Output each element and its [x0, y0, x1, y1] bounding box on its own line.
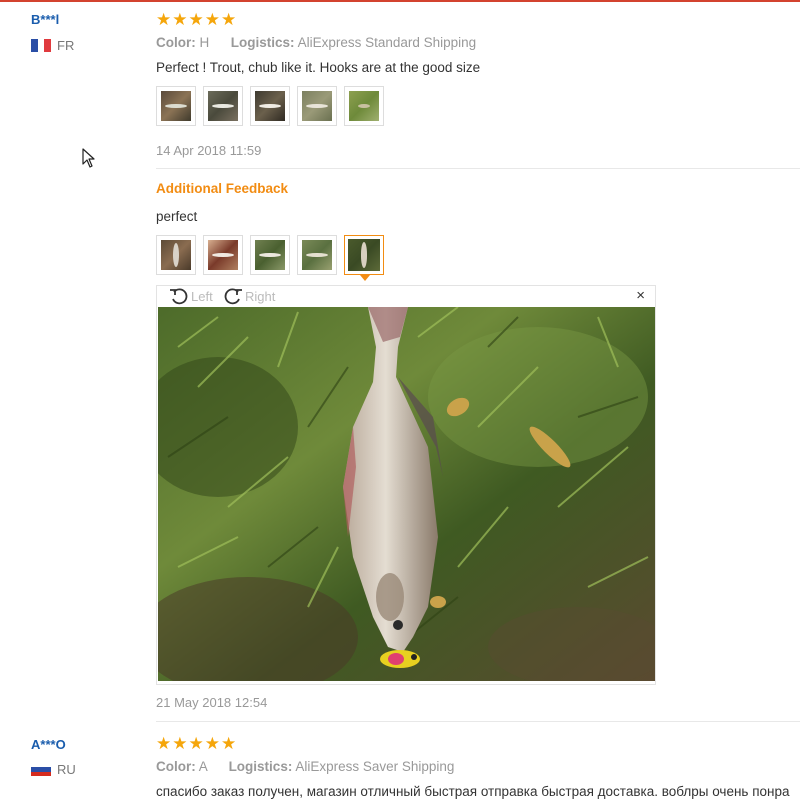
photo-thumbnail[interactable] — [203, 235, 243, 275]
star-icon: ★ — [221, 10, 237, 29]
country-code: FR — [57, 38, 75, 53]
review-date: 14 Apr 2018 11:59 — [156, 143, 262, 158]
star-icon: ★ — [188, 10, 204, 29]
top-border — [0, 0, 800, 2]
logistics-value: AliExpress Standard Shipping — [297, 35, 477, 50]
color-value: A — [198, 759, 208, 774]
rotate-left-icon — [170, 288, 188, 305]
mouse-cursor-icon — [82, 148, 96, 173]
review-photo-thumbnails — [156, 86, 384, 126]
rotate-right-button[interactable]: Right — [223, 287, 275, 305]
reviewer-name[interactable]: B***l — [31, 12, 59, 27]
star-icon: ★ — [221, 734, 237, 753]
color-value: H — [199, 35, 210, 50]
star-icon: ★ — [204, 10, 220, 29]
star-icon: ★ — [156, 734, 172, 753]
order-attributes: Color: A Logistics: AliExpress Saver Shi… — [156, 759, 454, 774]
review-photo-large — [158, 307, 655, 681]
color-label: Color: — [156, 35, 196, 50]
photo-thumbnail[interactable] — [344, 86, 384, 126]
additional-photo-thumbnails — [156, 235, 384, 281]
star-icon: ★ — [156, 10, 172, 29]
reviewer-country: RU — [31, 762, 76, 777]
logistics-label: Logistics: — [230, 35, 295, 50]
france-flag-icon — [31, 39, 52, 52]
additional-feedback-heading: Additional Feedback — [156, 181, 289, 196]
star-icon: ★ — [172, 734, 188, 753]
photo-thumbnail[interactable] — [297, 235, 337, 275]
photo-thumbnail[interactable] — [203, 86, 243, 126]
review-text: спасибо заказ получен, магазин отличный … — [156, 784, 790, 799]
star-icon: ★ — [204, 734, 220, 753]
photo-thumbnail[interactable] — [297, 86, 337, 126]
rotate-left-button[interactable]: Left — [169, 287, 213, 305]
reviewer-country: FR — [31, 38, 74, 53]
star-rating: ★ ★ ★ ★ ★ — [156, 11, 236, 28]
order-attributes: Color: H Logistics: AliExpress Standard … — [156, 35, 476, 50]
photo-thumbnail[interactable] — [250, 235, 290, 275]
logistics-label: Logistics: — [228, 759, 293, 774]
star-icon: ★ — [172, 10, 188, 29]
star-icon: ★ — [188, 734, 204, 753]
star-rating: ★ ★ ★ ★ ★ — [156, 735, 236, 752]
rotate-right-icon — [224, 288, 242, 305]
additional-feedback-date: 21 May 2018 12:54 — [156, 695, 268, 710]
logistics-value: AliExpress Saver Shipping — [295, 759, 455, 774]
russia-flag-icon — [31, 763, 51, 776]
photo-thumbnail-selected[interactable] — [344, 235, 384, 281]
reviewer-name[interactable]: A***O — [31, 737, 66, 752]
divider — [156, 721, 800, 722]
additional-feedback-text: perfect — [156, 209, 198, 224]
photo-thumbnail[interactable] — [250, 86, 290, 126]
rotate-right-label: Right — [245, 288, 276, 304]
photo-thumbnail[interactable] — [156, 235, 196, 275]
photo-viewer-toolbar: Left Right × — [157, 286, 655, 306]
divider — [156, 168, 800, 169]
fish-on-grass-photo — [158, 307, 655, 681]
rotate-left-label: Left — [191, 288, 213, 304]
close-icon[interactable]: × — [636, 288, 645, 304]
photo-viewer: Left Right × — [156, 285, 656, 685]
country-code: RU — [57, 762, 76, 777]
photo-thumbnail[interactable] — [156, 86, 196, 126]
review-text: Perfect ! Trout, chub like it. Hooks are… — [156, 60, 481, 75]
color-label: Color: — [156, 759, 196, 774]
